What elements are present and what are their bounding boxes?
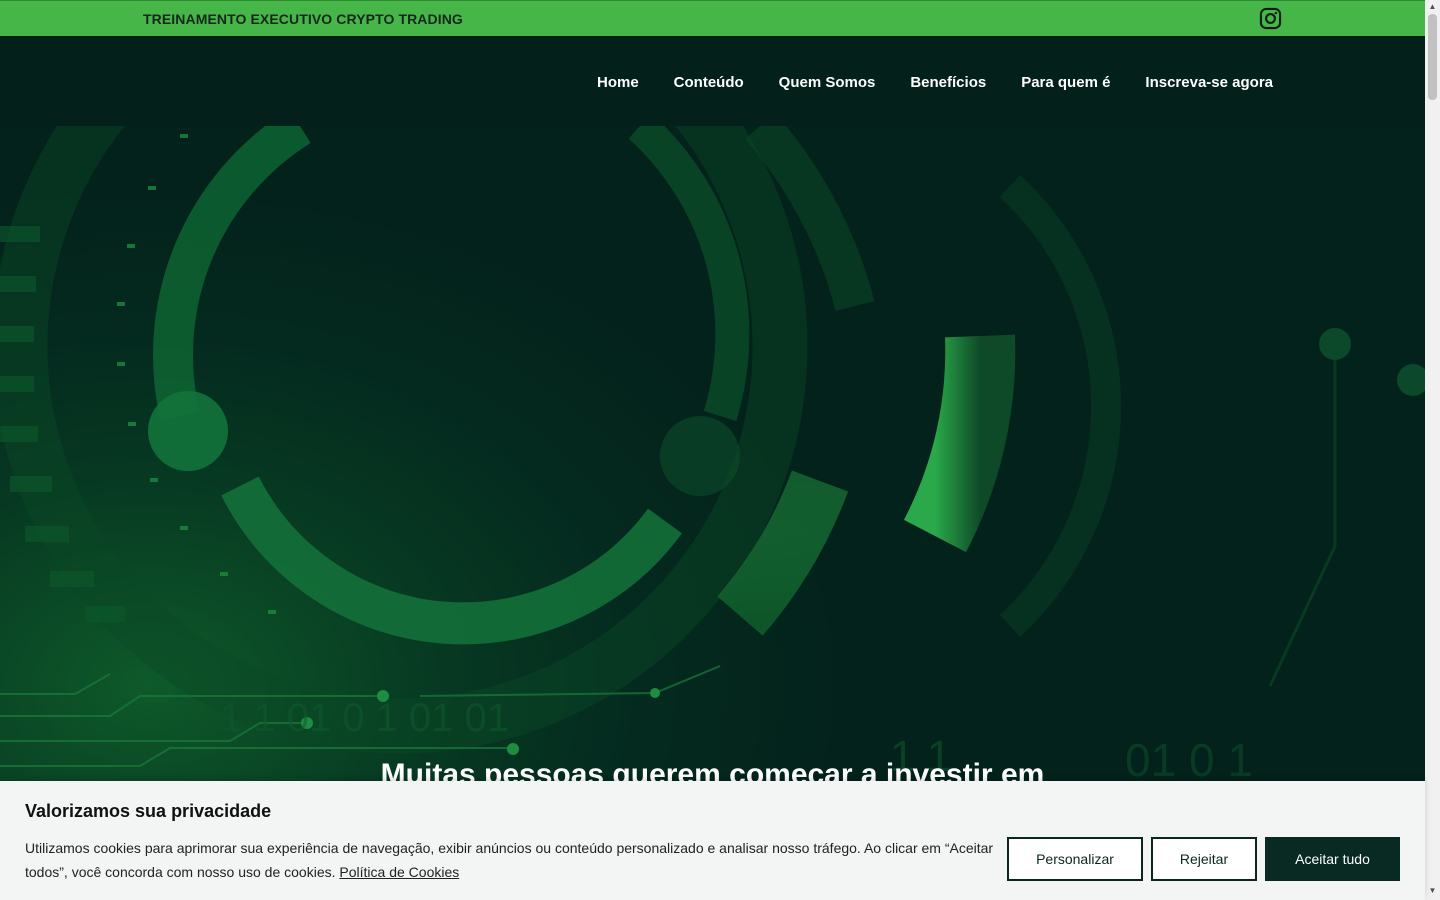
customize-button[interactable]: Personalizar: [1007, 837, 1143, 881]
scrollbar-thumb[interactable]: [1428, 14, 1437, 100]
site-tagline: TREINAMENTO EXECUTIVO CRYPTO TRADING: [143, 11, 463, 27]
scroll-up-arrow-icon[interactable]: ▲: [1428, 2, 1437, 12]
nav-conteudo[interactable]: Conteúdo: [674, 74, 744, 91]
nav-beneficios[interactable]: Benefícios: [910, 74, 986, 91]
scrollbar-track[interactable]: [1425, 0, 1440, 900]
cookie-banner-title: Valorizamos sua privacidade: [25, 801, 272, 821]
hero-background-art: 1 1 01 0 1 01 01 1 1 01 0 1: [0, 126, 1425, 786]
nav-para-quem-e[interactable]: Para quem é: [1021, 74, 1110, 91]
cookie-banner: Valorizamos sua privacidade Utilizamos c…: [0, 781, 1425, 900]
nav-inscreva-se[interactable]: Inscreva-se agora: [1145, 74, 1273, 91]
main-nav: Home Conteúdo Quem Somos Benefícios Para…: [597, 74, 1273, 91]
accept-all-button[interactable]: Aceitar tudo: [1265, 837, 1400, 881]
nav-home[interactable]: Home: [597, 74, 639, 91]
scroll-down-arrow-icon[interactable]: ▼: [1428, 886, 1437, 896]
instagram-icon[interactable]: [1259, 7, 1282, 30]
reject-button[interactable]: Rejeitar: [1151, 837, 1257, 881]
main-header: Home Conteúdo Quem Somos Benefícios Para…: [0, 36, 1425, 126]
hero-section: 1 1 01 0 1 01 01 1 1 01 0 1 Muitas pesso…: [0, 126, 1425, 786]
binary-decor-left: 1 1 01 0 1 01 01: [220, 696, 509, 740]
cookie-description: Utilizamos cookies para aprimorar sua ex…: [25, 840, 994, 880]
top-bar: TREINAMENTO EXECUTIVO CRYPTO TRADING: [0, 0, 1425, 36]
nav-quem-somos[interactable]: Quem Somos: [779, 74, 876, 91]
cookie-policy-link[interactable]: Política de Cookies: [339, 864, 459, 880]
cookie-banner-text: Utilizamos cookies para aprimorar sua ex…: [25, 836, 1000, 884]
